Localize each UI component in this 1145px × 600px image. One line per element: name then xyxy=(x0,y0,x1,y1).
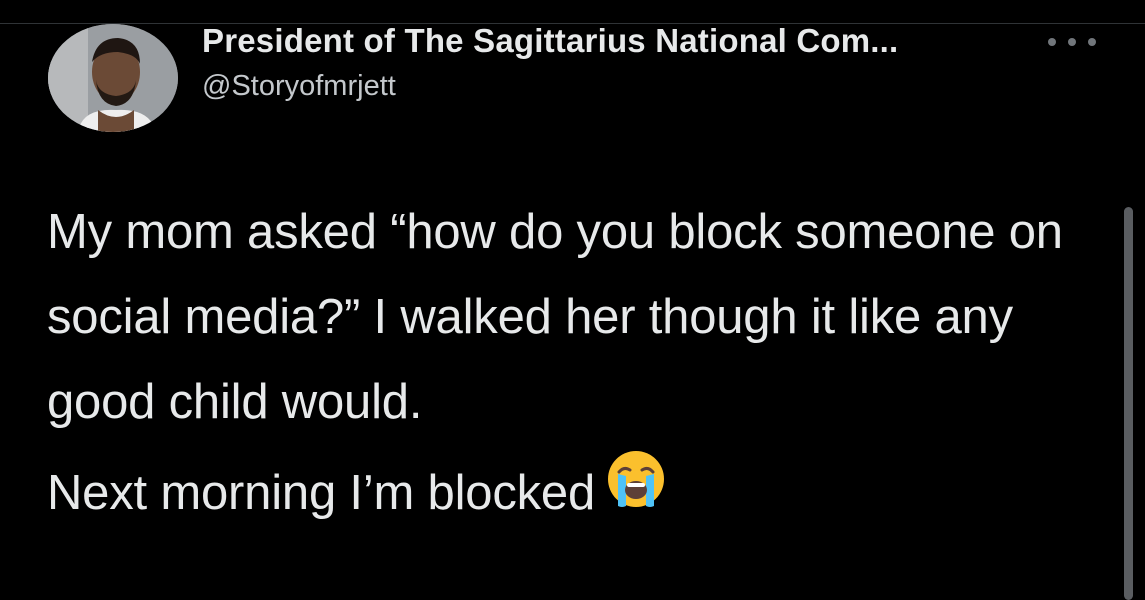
scrollbar[interactable] xyxy=(1124,207,1133,600)
user-handle[interactable]: @Storyofmrjett xyxy=(202,70,396,103)
more-horizontal-icon xyxy=(1048,38,1056,46)
display-name[interactable]: President of The Sagittarius National Co… xyxy=(202,22,898,60)
tweet-paragraph-text: Next morning I’m blocked xyxy=(47,466,596,520)
loudly-crying-face-icon xyxy=(605,448,667,537)
tweet-text: My mom asked “how do you block someone o… xyxy=(47,190,1087,537)
avatar[interactable] xyxy=(48,24,178,132)
more-options-button[interactable] xyxy=(1048,30,1096,54)
tweet-paragraph: Next morning I’m blocked xyxy=(47,448,1087,537)
more-horizontal-icon-dot xyxy=(1068,38,1076,46)
tweet-paragraph: My mom asked “how do you block someone o… xyxy=(47,205,1063,429)
top-divider xyxy=(0,0,1145,24)
avatar-photo xyxy=(48,24,178,132)
more-horizontal-icon-dot xyxy=(1088,38,1096,46)
